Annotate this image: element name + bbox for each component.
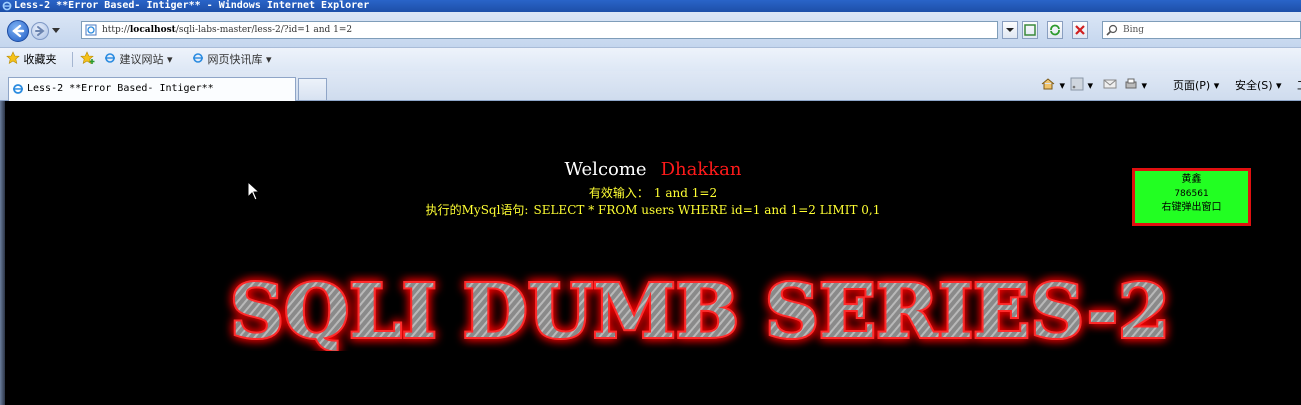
- mail-icon: [1103, 79, 1117, 89]
- chevron-down-icon: [1006, 28, 1014, 32]
- page-menu[interactable]: 页面(P) ▾: [1173, 71, 1219, 101]
- search-icon: [1106, 24, 1118, 36]
- welcome-line: Welcome Dhakkan: [5, 159, 1301, 180]
- favorites-separator: [72, 52, 73, 67]
- sql-query-line: 执行的MySql语句: SELECT * FROM users WHERE id=…: [5, 201, 1301, 218]
- new-tab-button[interactable]: [298, 78, 327, 101]
- valid-input-line: 有效输入： 1 and 1=2: [5, 184, 1301, 201]
- page-content: Welcome Dhakkan 有效输入： 1 and 1=2 执行的MySql语句…: [5, 101, 1301, 405]
- author-badge[interactable]: 黄鑫 786561 右键弹出窗口: [1132, 168, 1251, 226]
- favorites-bar: 收藏夹 建议网站 ▾ 网页快讯库 ▾: [0, 48, 1301, 71]
- recent-pages-dropdown[interactable]: [52, 28, 60, 33]
- forward-arrow-icon: [35, 26, 45, 36]
- compatibility-view-button[interactable]: [1022, 21, 1038, 39]
- ie-logo-icon: [13, 84, 23, 94]
- back-arrow-icon: [12, 24, 25, 38]
- url-text: http://localhost/sqli-labs-master/less-2…: [102, 25, 353, 35]
- page-icon: [85, 24, 97, 36]
- valid-input-value: 1 and 1=2: [653, 186, 718, 200]
- forward-button[interactable]: [31, 22, 49, 40]
- home-button[interactable]: ▾: [1040, 71, 1065, 101]
- stop-icon: [1075, 25, 1085, 35]
- safety-menu[interactable]: 安全(S) ▾: [1235, 71, 1282, 101]
- navigation-bar: http://localhost/sqli-labs-master/less-2…: [0, 12, 1301, 48]
- browser-window: Less-2 **Error Based- Intiger** - Window…: [0, 0, 1301, 405]
- welcome-text: Welcome: [564, 159, 647, 180]
- popup-hint: 右键弹出窗口: [1161, 202, 1222, 213]
- author-id: 786561: [1174, 189, 1209, 199]
- ie-page-icon: [105, 53, 115, 63]
- suggested-sites-link[interactable]: 建议网站 ▾: [104, 48, 173, 71]
- star-icon: [6, 51, 20, 65]
- sqli-dumb-series-banner: SQLI DUMB SERIES-2: [228, 271, 1172, 351]
- valid-input-label: 有效输入：: [588, 186, 649, 200]
- feeds-button[interactable]: ▾: [1070, 71, 1093, 101]
- ie-logo-icon: [2, 1, 12, 11]
- add-to-favorites-button[interactable]: [80, 48, 96, 71]
- refresh-icon: [1050, 24, 1060, 36]
- window-title: Less-2 **Error Based- Intiger** - Window…: [14, 0, 370, 11]
- address-dropdown-button[interactable]: [1002, 21, 1018, 39]
- add-favorite-icon: [80, 51, 95, 65]
- back-button[interactable]: [7, 20, 29, 42]
- mouse-cursor-icon: [247, 181, 261, 201]
- tab-row: Less-2 **Error Based- Intiger** ▾ ▾ ▾ 页面…: [0, 71, 1301, 101]
- home-icon: [1041, 78, 1055, 90]
- read-mail-button[interactable]: [1103, 71, 1117, 101]
- compatibility-icon: [1024, 24, 1036, 36]
- favorites-button[interactable]: 收藏夹: [6, 48, 57, 71]
- tools-menu[interactable]: 工: [1297, 71, 1301, 101]
- address-field[interactable]: http://localhost/sqli-labs-master/less-2…: [81, 21, 998, 39]
- stop-button[interactable]: [1072, 21, 1088, 39]
- sql-query-value: SELECT * FROM users WHERE id=1 and 1=2 L…: [533, 203, 881, 217]
- sql-query-label: 执行的MySql语句:: [425, 203, 529, 217]
- tab-less-2[interactable]: Less-2 **Error Based- Intiger**: [8, 77, 296, 101]
- ie-page-icon: [193, 53, 203, 63]
- user-name: Dhakkan: [660, 159, 742, 180]
- title-bar: Less-2 **Error Based- Intiger** - Window…: [0, 0, 1301, 12]
- author-name: 黄鑫: [1181, 174, 1202, 185]
- search-input[interactable]: Bing: [1102, 21, 1301, 39]
- print-button[interactable]: ▾: [1124, 71, 1147, 101]
- printer-icon: [1125, 78, 1137, 89]
- web-slice-gallery-link[interactable]: 网页快讯库 ▾: [192, 48, 272, 71]
- rss-feed-icon: [1070, 77, 1084, 91]
- banner-text: SQLI DUMB SERIES-2: [230, 271, 1170, 351]
- refresh-button[interactable]: [1047, 21, 1063, 39]
